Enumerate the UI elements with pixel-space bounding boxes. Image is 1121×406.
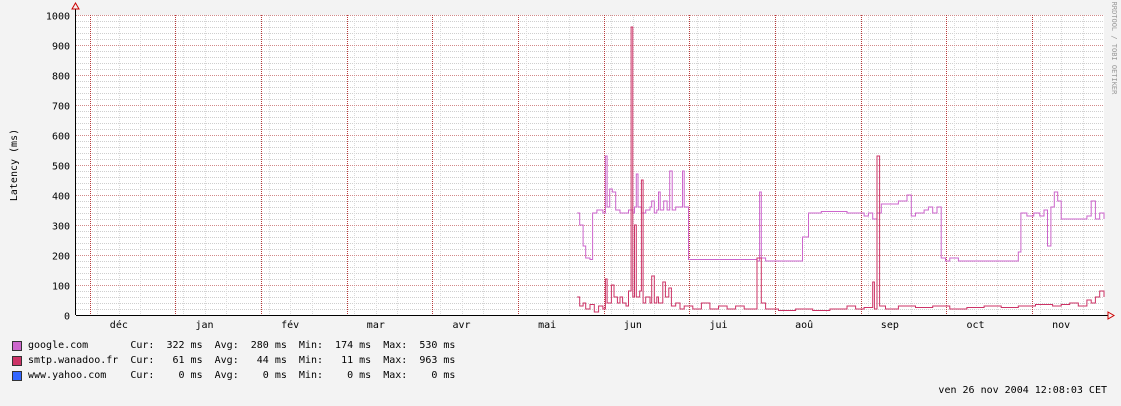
y-tick-label: 700 <box>52 102 70 113</box>
x-tick-label: jun <box>624 320 642 331</box>
graph-panel: 0 100 200 300 400 500 600 700 800 900 1000 déc jan fé… <box>0 0 1121 406</box>
legend-item: google.com Cur: 322 ms Avg: 280 ms Min: … <box>12 338 455 353</box>
legend-item: smtp.wanadoo.fr Cur: 61 ms Avg: 44 ms Mi… <box>12 353 455 368</box>
x-tick-label: mar <box>367 320 385 331</box>
y-tick-label: 300 <box>52 222 70 233</box>
legend-label: google.com Cur: 322 ms Avg: 280 ms Min: … <box>28 340 456 351</box>
legend-swatch <box>12 355 22 366</box>
y-tick-label: 400 <box>52 192 70 203</box>
rrdtool-watermark: RRDTOOL / TOBI OETIKER <box>1110 2 1118 96</box>
y-tick-label: 1000 <box>46 12 70 23</box>
y-tick-label: 500 <box>52 162 70 173</box>
y-axis-label: Latency (ms) <box>9 129 20 201</box>
y-tick-label: 600 <box>52 132 70 143</box>
x-tick-label: avr <box>452 320 470 331</box>
generated-timestamp: ven 26 nov 2004 12:08:03 CET <box>938 385 1107 396</box>
x-tick-label: déc <box>110 319 128 331</box>
x-tick-label: aoû <box>795 319 813 331</box>
legend-item: www.yahoo.com Cur: 0 ms Avg: 0 ms Min: 0… <box>12 368 455 383</box>
x-axis-arrow <box>1107 311 1115 320</box>
y-tick-label: 100 <box>52 282 70 293</box>
x-tick-label: oct <box>966 320 984 331</box>
legend: google.com Cur: 322 ms Avg: 280 ms Min: … <box>12 338 455 383</box>
y-tick-label: 800 <box>52 72 70 83</box>
latency-chart: 0 100 200 300 400 500 600 700 800 900 1000 déc jan fé… <box>9 2 1118 331</box>
x-tick-label: fév <box>281 319 299 331</box>
legend-label: www.yahoo.com Cur: 0 ms Avg: 0 ms Min: 0… <box>28 370 456 381</box>
legend-swatch <box>12 370 22 381</box>
legend-swatch <box>12 340 22 351</box>
y-axis-arrow <box>71 2 80 10</box>
y-tick-label: 0 <box>64 312 70 323</box>
x-tick-label: sep <box>881 320 899 331</box>
legend-label: smtp.wanadoo.fr Cur: 61 ms Avg: 44 ms Mi… <box>28 355 456 366</box>
x-tick-label: mai <box>538 320 556 331</box>
y-tick-label: 900 <box>52 42 70 53</box>
x-tick-label: jan <box>195 320 213 331</box>
x-tick-label: nov <box>1052 320 1070 331</box>
y-tick-label: 200 <box>52 252 70 263</box>
x-tick-label: jui <box>709 320 727 331</box>
